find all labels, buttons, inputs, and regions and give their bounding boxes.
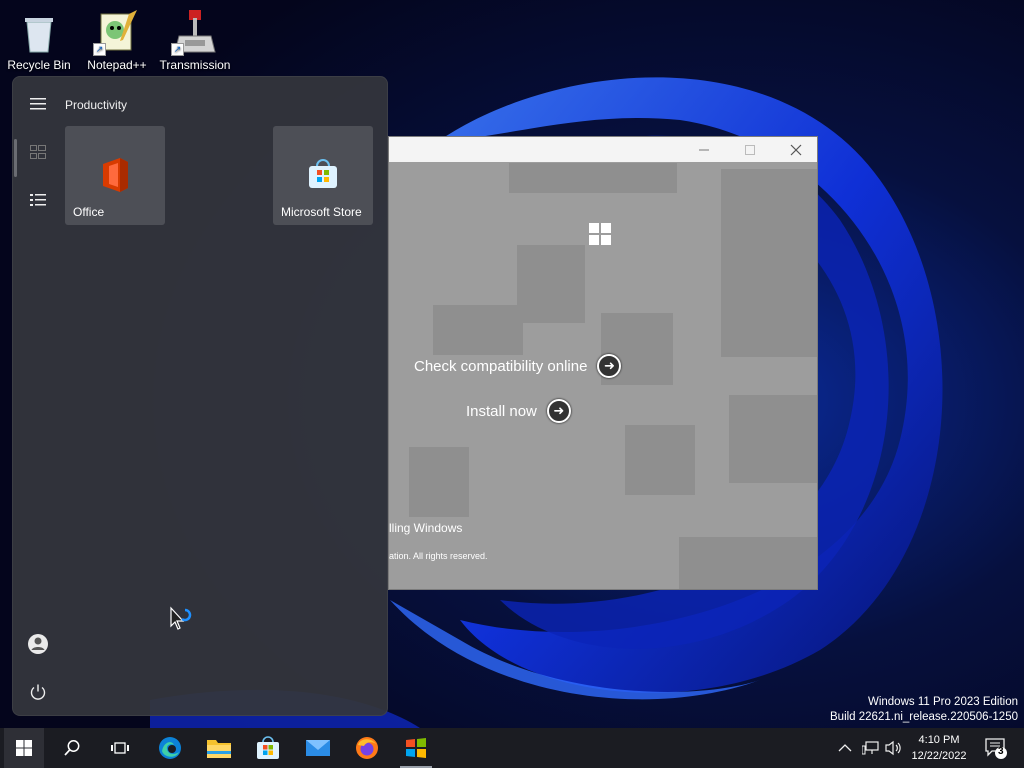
background-shape [721,169,817,357]
start-menu: Productivity Office Microsoft Store [12,76,388,716]
recycle-bin-icon [15,8,63,56]
mail-icon [306,740,330,756]
taskbar-store-button[interactable] [248,728,288,768]
background-shape [433,305,523,355]
desktop-icon-recycle-bin[interactable]: Recycle Bin [0,8,78,72]
maximize-icon [745,144,755,155]
power-icon [30,684,46,700]
taskbar-edge-button[interactable] [150,728,190,768]
tile-office[interactable]: Office [65,126,165,225]
close-button[interactable] [773,137,817,162]
power-button[interactable] [24,678,52,706]
network-icon [862,741,879,755]
desktop-icon-label: Recycle Bin [7,58,71,72]
notepad-plus-plus-icon: ↗ [93,8,141,56]
search-icon [64,740,80,756]
install-now-button[interactable]: Install now ➜ [466,399,571,423]
all-apps-list-button[interactable] [24,186,52,214]
background-shape [625,425,695,495]
close-icon [790,144,802,155]
all-apps-list-icon [30,194,46,206]
taskbar-search-button[interactable] [52,728,92,768]
windows-logo-icon [589,223,611,250]
taskbar-windows-setup-button[interactable] [396,728,436,768]
pinned-tiles-button[interactable] [24,138,52,166]
clock-date: 12/22/2022 [911,750,967,762]
minimize-button[interactable] [681,137,727,162]
tile-label: Microsoft Store [281,205,362,219]
taskbar-file-explorer-button[interactable] [199,728,239,768]
check-compatibility-link[interactable]: Check compatibility online ➜ [414,354,622,378]
background-shape [679,537,817,589]
windows-setup-icon [406,738,426,758]
watermark-build: Build 22621.ni_release.220506-1250 [830,711,1018,723]
desktop-icon-label: Notepad++ [87,58,147,72]
shortcut-arrow-icon: ↗ [93,43,106,56]
watermark-edition: Windows 11 Pro 2023 Edition [867,696,1018,708]
chevron-up-icon [838,744,852,752]
clock-time: 4:10 PM [918,734,960,746]
microsoft-store-icon [307,158,339,195]
check-compatibility-label: Check compatibility online [414,357,588,375]
windows-start-icon [16,740,32,756]
start-button[interactable] [4,728,44,768]
maximize-button[interactable] [727,137,773,162]
setup-copyright-text: ation. All rights reserved. [389,551,488,561]
show-hidden-icons-button[interactable] [838,728,852,768]
background-shape [517,245,585,323]
background-shape [729,395,817,483]
office-icon [100,158,130,197]
notification-icon [985,738,1007,759]
firefox-icon [356,737,378,759]
volume-control[interactable] [885,728,903,768]
tile-label: Office [73,205,105,219]
start-menu-rail [13,77,63,715]
taskbar-mail-button[interactable] [298,728,338,768]
install-now-label: Install now [466,402,537,420]
tile-group-title: Productivity [65,98,128,112]
rail-indicator [14,139,17,177]
arrow-right-icon: ➜ [597,354,622,378]
notification-count-badge: 3 [998,746,1004,757]
task-view-icon [111,742,129,754]
transmission-icon: ↗ [171,8,219,56]
taskbar: 4:10 PM 12/22/2022 3 [0,728,1024,768]
desktop-icon-label: Transmission [159,58,231,72]
network-status[interactable] [862,728,880,768]
window-titlebar[interactable] [389,137,817,162]
windows-edition-watermark: Windows 11 Pro 2023 Edition Build 22621.… [830,695,1018,725]
hamburger-menu-button[interactable] [24,90,52,118]
setup-footer-text: lling Windows [389,521,463,535]
pinned-tiles-icon [30,145,46,159]
busy-cursor-icon [169,606,195,639]
volume-icon [885,740,901,756]
shortcut-arrow-icon: ↗ [171,43,184,56]
tile-microsoft-store[interactable]: Microsoft Store [273,126,373,225]
user-account-icon [28,634,48,654]
minimize-icon [699,149,709,150]
desktop-icon-notepad-plus-plus[interactable]: ↗ Notepad++ [78,8,156,72]
taskbar-firefox-button[interactable] [347,728,387,768]
background-shape [409,447,469,517]
task-view-button[interactable] [100,728,140,768]
desktop-icon-transmission[interactable]: ↗ Transmission [156,8,234,72]
background-shape [509,163,677,193]
microsoft-store-icon [257,736,279,759]
taskbar-clock[interactable]: 4:10 PM 12/22/2022 [904,732,974,764]
user-account-button[interactable] [24,630,52,658]
file-explorer-icon [207,740,231,758]
microsoft-edge-icon [159,737,181,759]
windows-setup-window: Check compatibility online ➜ Install now… [388,136,818,590]
arrow-right-icon: ➜ [546,399,571,423]
hamburger-menu-icon [30,98,46,110]
action-center-button[interactable]: 3 [984,736,1008,765]
